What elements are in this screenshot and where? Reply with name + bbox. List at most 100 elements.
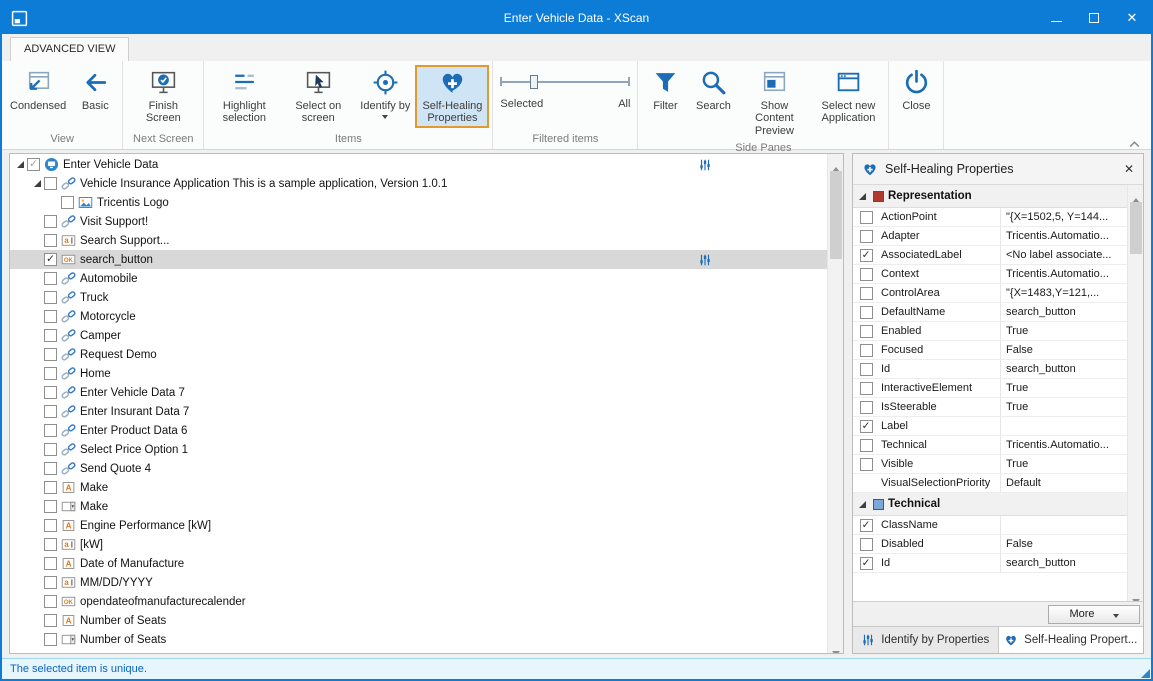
property-row[interactable]: Label xyxy=(853,417,1127,436)
property-value[interactable]: True xyxy=(1001,325,1127,337)
expander-icon[interactable] xyxy=(13,158,27,172)
item-checkbox[interactable] xyxy=(44,481,57,494)
item-checkbox[interactable] xyxy=(44,367,57,380)
close-xscan-button[interactable]: Close xyxy=(892,65,940,115)
property-value[interactable]: True xyxy=(1001,382,1127,394)
tree-row[interactable]: Enter Vehicle Data xyxy=(10,155,827,174)
item-checkbox[interactable] xyxy=(44,253,57,266)
expander-icon[interactable] xyxy=(30,177,44,191)
property-row[interactable]: VisualSelectionPriorityDefault xyxy=(853,474,1127,493)
slider-handle[interactable] xyxy=(530,75,538,89)
highlight-selection-button[interactable]: Highlight selection xyxy=(207,65,281,128)
property-checkbox[interactable] xyxy=(860,557,873,570)
tab-identify-by-properties[interactable]: Identify by Properties xyxy=(853,627,999,653)
property-checkbox[interactable] xyxy=(860,458,873,471)
slider-track[interactable] xyxy=(500,73,630,91)
tab-advanced-view[interactable]: ADVANCED VIEW xyxy=(10,37,129,61)
tree-row[interactable]: Enter Product Data 6 xyxy=(10,421,827,440)
finish-screen-button[interactable]: Finish Screen xyxy=(126,65,200,128)
item-checkbox[interactable] xyxy=(44,538,57,551)
tree-row[interactable]: Enter Vehicle Data 7 xyxy=(10,383,827,402)
collapse-ribbon-icon[interactable] xyxy=(1128,136,1141,145)
tree-row[interactable]: Request Demo xyxy=(10,345,827,364)
item-checkbox[interactable] xyxy=(44,405,57,418)
item-checkbox[interactable] xyxy=(44,519,57,532)
item-checkbox[interactable] xyxy=(27,158,40,171)
show-content-preview-button[interactable]: Show Content Preview xyxy=(737,65,811,140)
property-value[interactable]: Default xyxy=(1001,477,1127,489)
property-row[interactable]: Idsearch_button xyxy=(853,360,1127,379)
tree-row[interactable]: Motorcycle xyxy=(10,307,827,326)
scroll-up-icon[interactable] xyxy=(1128,185,1143,200)
tree-row[interactable]: Truck xyxy=(10,288,827,307)
tree-row[interactable]: ANumber of Seats xyxy=(10,611,827,630)
sliders-icon[interactable] xyxy=(698,158,712,172)
property-row[interactable]: InteractiveElementTrue xyxy=(853,379,1127,398)
item-checkbox[interactable] xyxy=(44,272,57,285)
scroll-down-icon[interactable] xyxy=(1128,586,1143,601)
property-checkbox[interactable] xyxy=(860,211,873,224)
item-checkbox[interactable] xyxy=(44,177,57,190)
tab-self-healing-properties[interactable]: Self-Healing Propert... xyxy=(999,627,1144,653)
item-checkbox[interactable] xyxy=(44,348,57,361)
expander-icon[interactable] xyxy=(855,497,869,511)
expander-icon[interactable] xyxy=(855,189,869,203)
tree-row[interactable]: AEngine Performance [kW] xyxy=(10,516,827,535)
tree-row[interactable]: Enter Insurant Data 7 xyxy=(10,402,827,421)
condensed-button[interactable]: Condensed xyxy=(5,65,71,115)
scroll-down-icon[interactable] xyxy=(828,638,843,653)
property-row[interactable]: IsSteerableTrue xyxy=(853,398,1127,417)
property-row[interactable]: ActionPoint"{X=1502,5, Y=144... xyxy=(853,208,1127,227)
property-checkbox[interactable] xyxy=(860,287,873,300)
panel-close-button[interactable]: ✕ xyxy=(1124,162,1134,176)
property-checkbox[interactable] xyxy=(860,420,873,433)
item-checkbox[interactable] xyxy=(44,329,57,342)
search-button[interactable]: Search xyxy=(689,65,737,115)
property-group-header[interactable]: Representation xyxy=(853,185,1127,208)
item-checkbox[interactable] xyxy=(44,595,57,608)
filtered-items-slider[interactable]: Selected All xyxy=(496,65,634,110)
maximize-button[interactable] xyxy=(1075,2,1113,34)
property-row[interactable]: DisabledFalse xyxy=(853,535,1127,554)
filter-button[interactable]: Filter xyxy=(641,65,689,115)
item-checkbox[interactable] xyxy=(44,443,57,456)
item-checkbox[interactable] xyxy=(44,424,57,437)
tree-row[interactable]: Automobile xyxy=(10,269,827,288)
item-checkbox[interactable] xyxy=(44,614,57,627)
property-row[interactable]: AdapterTricentis.Automatio... xyxy=(853,227,1127,246)
property-checkbox[interactable] xyxy=(860,344,873,357)
select-on-screen-button[interactable]: Select on screen xyxy=(281,65,355,128)
tree-row[interactable]: AMake xyxy=(10,478,827,497)
tree-row[interactable]: Tricentis Logo xyxy=(10,193,827,212)
property-checkbox[interactable] xyxy=(860,249,873,262)
property-row[interactable]: TechnicalTricentis.Automatio... xyxy=(853,436,1127,455)
minimize-button[interactable] xyxy=(1037,2,1075,34)
scrollbar-thumb[interactable] xyxy=(830,171,842,259)
property-value[interactable]: search_button xyxy=(1001,557,1127,569)
item-checkbox[interactable] xyxy=(44,234,57,247)
tree-row[interactable]: OKopendateofmanufacturecalender xyxy=(10,592,827,611)
property-value[interactable]: "{X=1502,5, Y=144... xyxy=(1001,211,1127,223)
property-value[interactable]: True xyxy=(1001,458,1127,470)
property-value[interactable]: search_button xyxy=(1001,306,1127,318)
item-checkbox[interactable] xyxy=(44,462,57,475)
property-checkbox[interactable] xyxy=(860,306,873,319)
more-button[interactable]: More xyxy=(1048,605,1140,624)
tree-row[interactable]: Home xyxy=(10,364,827,383)
property-row[interactable]: ClassName xyxy=(853,516,1127,535)
property-checkbox[interactable] xyxy=(860,439,873,452)
tree-row[interactable]: a[kW] xyxy=(10,535,827,554)
property-value[interactable]: Tricentis.Automatio... xyxy=(1001,439,1127,451)
grid-scrollbar[interactable] xyxy=(1127,185,1143,601)
property-row[interactable]: VisibleTrue xyxy=(853,455,1127,474)
property-row[interactable]: AssociatedLabel<No label associate... xyxy=(853,246,1127,265)
item-checkbox[interactable] xyxy=(44,576,57,589)
identify-by-button[interactable]: Identify by xyxy=(355,65,415,122)
property-value[interactable]: "{X=1483,Y=121,... xyxy=(1001,287,1127,299)
tree-row[interactable]: aSearch Support... xyxy=(10,231,827,250)
property-checkbox[interactable] xyxy=(860,268,873,281)
item-checkbox[interactable] xyxy=(44,386,57,399)
property-value[interactable]: search_button xyxy=(1001,363,1127,375)
property-row[interactable]: EnabledTrue xyxy=(853,322,1127,341)
property-row[interactable]: ControlArea"{X=1483,Y=121,... xyxy=(853,284,1127,303)
